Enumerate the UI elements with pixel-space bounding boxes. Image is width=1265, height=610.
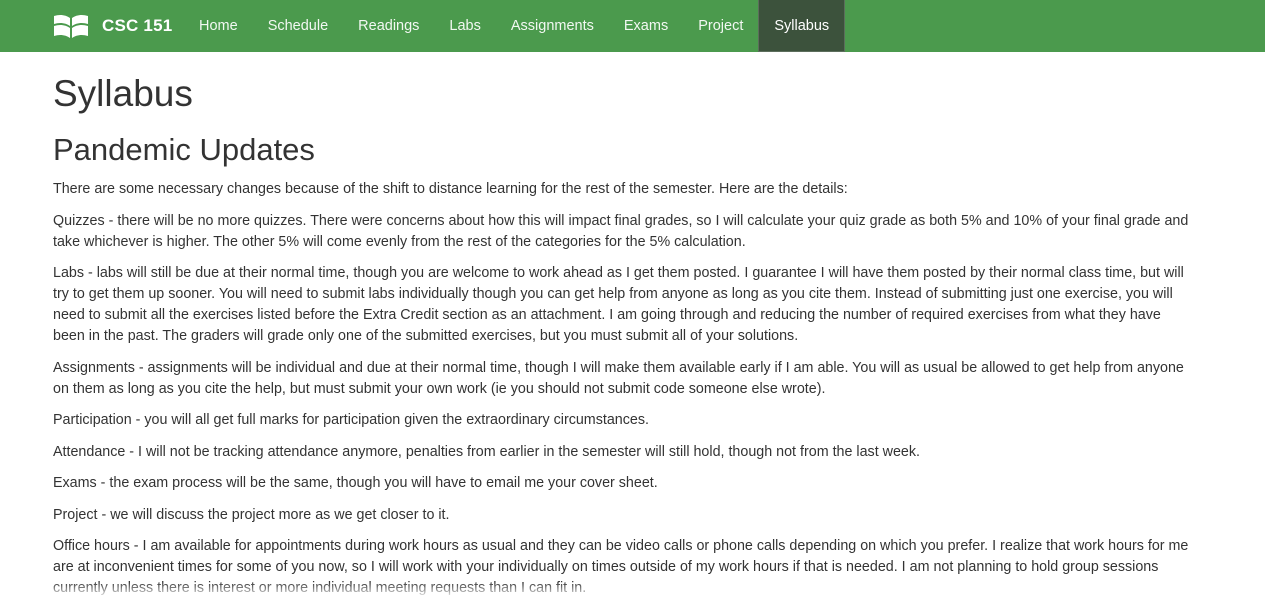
section-title: Pandemic Updates [53,131,1193,169]
top-navbar: CSC 151 Home Schedule Readings Labs Assi… [0,0,1265,52]
brand-link[interactable]: CSC 151 [0,0,183,52]
paragraph-attendance: Attendance - I will not be tracking atte… [53,442,1193,463]
nav-menu: Home Schedule Readings Labs Assignments … [183,0,845,52]
brand-title: CSC 151 [102,16,172,36]
paragraph-intro: There are some necessary changes because… [53,179,1193,200]
paragraph-quizzes: Quizzes - there will be no more quizzes.… [53,211,1193,253]
paragraph-labs: Labs - labs will still be due at their n… [53,263,1193,347]
paragraph-assignments: Assignments - assignments will be indivi… [53,358,1193,400]
nav-item-labs[interactable]: Labs [434,0,495,52]
nav-item-home[interactable]: Home [184,0,253,52]
paragraph-exams: Exams - the exam process will be the sam… [53,473,1193,494]
paragraph-project: Project - we will discuss the project mo… [53,505,1193,526]
nav-item-schedule[interactable]: Schedule [253,0,343,52]
nav-item-exams[interactable]: Exams [609,0,683,52]
main-content: Syllabus Pandemic Updates There are some… [53,52,1193,610]
nav-item-syllabus[interactable]: Syllabus [758,0,845,52]
book-icon [53,13,89,39]
nav-item-readings[interactable]: Readings [343,0,434,52]
paragraph-participation: Participation - you will all get full ma… [53,410,1193,431]
nav-item-project[interactable]: Project [683,0,758,52]
paragraph-office-hours: Office hours - I am available for appoin… [53,536,1193,599]
nav-item-assignments[interactable]: Assignments [496,0,609,52]
page-title: Syllabus [53,72,1193,116]
